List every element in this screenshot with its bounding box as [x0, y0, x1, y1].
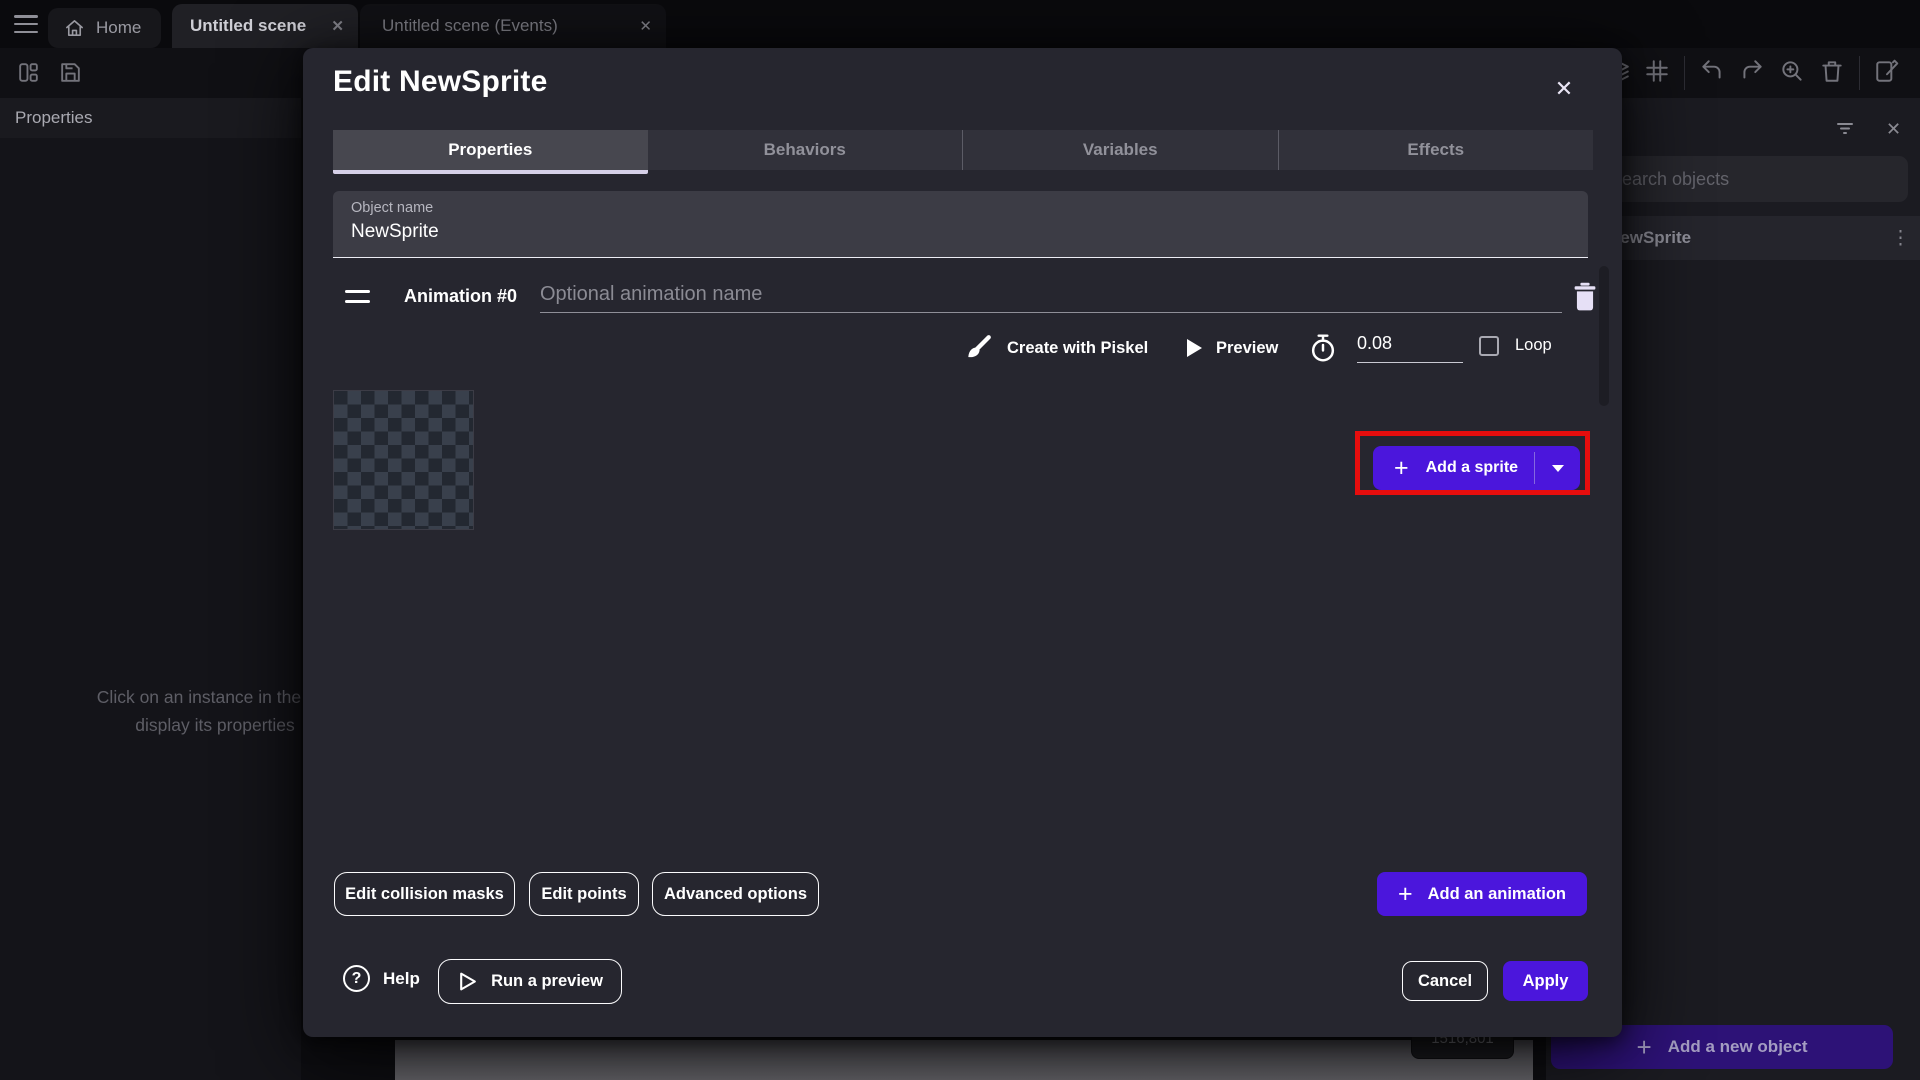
tab-untitled-scene[interactable]: Untitled scene ✕	[172, 4, 358, 48]
hamburger-menu-icon[interactable]	[14, 15, 38, 33]
drag-handle-icon[interactable]	[345, 290, 370, 303]
undo-icon[interactable]	[1699, 58, 1725, 89]
edit-events-icon[interactable]	[1874, 58, 1900, 89]
dialog-scrollbar-thumb[interactable]	[1599, 266, 1609, 406]
run-preview-button[interactable]: Run a preview	[438, 959, 622, 1004]
add-sprite-button[interactable]: + Add a sprite	[1373, 446, 1580, 490]
zoom-in-icon[interactable]	[1779, 58, 1805, 89]
help-button[interactable]: ? Help	[343, 965, 420, 992]
object-name-input[interactable]	[351, 221, 1561, 243]
edit-points-button[interactable]: Edit points	[529, 872, 639, 916]
tab-scene-label: Untitled scene	[190, 16, 306, 36]
top-bar: Home Untitled scene ✕ Untitled scene (Ev…	[0, 0, 1920, 48]
scene-toolbar-icons	[1604, 48, 1900, 98]
object-menu-icon[interactable]: ⋮	[1891, 227, 1910, 250]
tab-effects[interactable]: Effects	[1278, 130, 1594, 170]
brush-icon	[963, 333, 993, 363]
animation-name-input[interactable]	[540, 277, 1562, 313]
add-sprite-label: Add a sprite	[1426, 459, 1518, 477]
dialog-title: Edit NewSprite	[333, 65, 548, 99]
tab-events-close-icon[interactable]: ✕	[639, 17, 652, 35]
time-between-frames-input[interactable]	[1357, 333, 1463, 363]
objects-panel-close-icon[interactable]: ✕	[1886, 119, 1901, 140]
question-mark-icon: ?	[343, 965, 370, 992]
save-icon[interactable]	[58, 60, 83, 90]
scene-canvas[interactable]	[395, 1040, 1533, 1080]
redo-icon[interactable]	[1739, 58, 1765, 89]
add-animation-button[interactable]: + Add an animation	[1377, 872, 1587, 916]
tab-properties[interactable]: Properties	[333, 130, 648, 170]
add-animation-label: Add an animation	[1428, 885, 1566, 904]
grid-icon[interactable]	[1644, 58, 1670, 89]
loop-label[interactable]: Loop	[1515, 336, 1552, 355]
sprite-placeholder-thumbnail[interactable]	[333, 390, 474, 530]
play-outline-icon	[457, 971, 478, 992]
apply-button[interactable]: Apply	[1503, 961, 1588, 1001]
animation-row: Animation #0	[333, 275, 1588, 319]
home-icon	[64, 18, 85, 39]
properties-panel-title: Properties	[0, 98, 301, 138]
chevron-down-icon	[1552, 465, 1564, 472]
filter-icon[interactable]	[1834, 117, 1856, 144]
tab-scene-close-icon[interactable]: ✕	[331, 17, 344, 35]
tab-variables[interactable]: Variables	[962, 130, 1278, 170]
advanced-options-button[interactable]: Advanced options	[652, 872, 819, 916]
add-new-object-label: Add a new object	[1668, 1037, 1808, 1057]
preview-label: Preview	[1216, 339, 1278, 358]
tab-home[interactable]: Home	[48, 8, 161, 48]
create-with-piskel-label: Create with Piskel	[1007, 339, 1148, 358]
scene-editor-strip: 1516,801	[301, 1037, 1591, 1080]
animation-name-label: Animation #0	[404, 286, 517, 307]
tab-behaviors[interactable]: Behaviors	[648, 130, 963, 170]
toolbar-separator	[1684, 56, 1685, 90]
plus-icon: +	[1637, 1034, 1652, 1060]
cancel-button[interactable]: Cancel	[1402, 961, 1488, 1001]
gdevelop-app: Home Untitled scene ✕ Untitled scene (Ev…	[0, 0, 1920, 1080]
plus-icon: +	[1398, 882, 1413, 907]
edit-collision-masks-button[interactable]: Edit collision masks	[334, 872, 515, 916]
help-label: Help	[383, 969, 420, 989]
loop-checkbox[interactable]	[1479, 336, 1499, 356]
object-name-field[interactable]: Object name	[333, 191, 1588, 258]
object-name-field-label: Object name	[351, 200, 433, 216]
dialog-close-icon[interactable]: ✕	[1547, 72, 1581, 106]
search-objects-input[interactable]	[1596, 156, 1908, 202]
delete-animation-icon[interactable]	[1571, 281, 1599, 311]
plus-icon: +	[1394, 456, 1409, 481]
play-icon	[1187, 339, 1202, 357]
properties-panel: Properties Click on an instance in the s…	[0, 98, 301, 1080]
trash-icon[interactable]	[1819, 58, 1845, 89]
edit-sprite-dialog: Edit NewSprite ✕ Properties Behaviors Va…	[303, 48, 1622, 1037]
panels-layout-icon[interactable]	[16, 60, 41, 90]
active-tab-indicator	[333, 170, 648, 174]
create-with-piskel-button[interactable]: Create with Piskel	[963, 331, 1148, 365]
animation-tools-row: Create with Piskel Preview Loop	[303, 331, 1593, 365]
tab-events-label: Untitled scene (Events)	[382, 16, 558, 36]
preview-button[interactable]: Preview	[1187, 331, 1278, 365]
properties-empty-message: Click on an instance in the sce display …	[30, 683, 301, 739]
add-sprite-dropdown-button[interactable]	[1535, 446, 1580, 490]
highlight-box: + Add a sprite	[1355, 431, 1590, 495]
timer-icon	[1308, 331, 1338, 365]
dialog-tabbar: Properties Behaviors Variables Effects	[333, 130, 1593, 170]
toolbar-separator	[1859, 56, 1860, 90]
tab-home-label: Home	[96, 18, 141, 38]
tab-untitled-scene-events[interactable]: Untitled scene (Events) ✕	[360, 4, 666, 48]
